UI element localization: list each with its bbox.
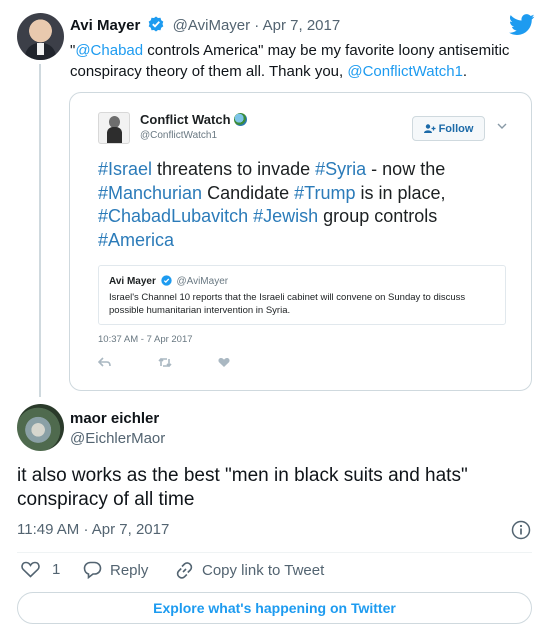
link-icon [176, 562, 193, 579]
heart-icon [21, 561, 40, 578]
avatar[interactable] [17, 13, 64, 60]
author-handle[interactable]: @EichlerMaor [70, 430, 165, 447]
tweet-text: it also works as the best "men in black … [17, 465, 468, 510]
tweet-actions: 1 Reply Copy link to Tweet [17, 561, 532, 583]
separator: · [254, 17, 260, 34]
hashtag-link[interactable]: #Trump [294, 183, 355, 203]
heart-icon[interactable] [218, 355, 230, 373]
chevron-down-icon[interactable] [496, 121, 508, 131]
like-count: 1 [52, 561, 61, 578]
hashtag-link[interactable]: #Manchurian [98, 183, 202, 203]
copy-link-label: Copy link to Tweet [202, 562, 325, 579]
avatar[interactable] [98, 112, 130, 144]
hashtag-link[interactable]: #Syria [315, 159, 366, 179]
embedded-tweet-text: #Israel threatens to invade #Syria - now… [98, 159, 446, 250]
verified-badge-icon [149, 16, 164, 32]
author-handle[interactable]: @AviMayer [173, 17, 250, 34]
like-button[interactable]: 1 [21, 561, 60, 578]
add-user-icon [423, 124, 436, 133]
tweet-date[interactable]: Apr 7, 2017 [263, 17, 341, 34]
twitter-bird-icon[interactable] [509, 14, 535, 36]
retweet-icon[interactable] [158, 355, 172, 373]
hashtag-link[interactable]: #Jewish [253, 206, 318, 226]
author-name[interactable]: maor eichler [70, 410, 159, 427]
author-name[interactable]: Avi Mayer [70, 17, 140, 34]
reply-button[interactable]: Reply [83, 561, 148, 579]
mention-link[interactable]: @ConflictWatch1 [347, 63, 463, 80]
tweet-timestamp[interactable]: 11:49 AM · Apr 7, 2017 [17, 521, 169, 538]
hashtag-link[interactable]: #Israel [98, 159, 152, 179]
nested-quote[interactable]: Avi Mayer @AviMayer Israel's Channel 10 … [98, 265, 506, 325]
parent-tweet: Avi Mayer @AviMayer · Apr 7, 2017 "@Chab… [0, 0, 550, 397]
embedded-tweet-card[interactable]: Conflict Watch @ConflictWatch1 Follow #I… [69, 92, 532, 391]
thread-line [39, 64, 41, 397]
embedded-author-name[interactable]: Conflict Watch [140, 112, 247, 127]
reply-icon[interactable] [97, 355, 111, 373]
verified-badge-icon [161, 275, 172, 286]
nested-text: Israel's Channel 10 reports that the Isr… [109, 292, 466, 316]
copy-link-button[interactable]: Copy link to Tweet [175, 561, 324, 580]
info-icon[interactable] [511, 520, 531, 540]
divider [17, 552, 532, 553]
avatar[interactable] [17, 404, 64, 451]
hashtag-link[interactable]: #America [98, 230, 174, 250]
hashtag-link[interactable]: #ChabadLubavitch [98, 206, 248, 226]
embedded-author-handle[interactable]: @ConflictWatch1 [140, 130, 217, 141]
follow-button[interactable]: Follow [412, 116, 485, 141]
tweet-text: "@Chabad controls America" may be my fav… [70, 42, 510, 80]
embedded-timestamp[interactable]: 10:37 AM - 7 Apr 2017 [98, 334, 193, 345]
nested-author: Avi Mayer @AviMayer [109, 275, 229, 287]
tweet-header: Avi Mayer @AviMayer · Apr 7, 2017 [70, 16, 340, 34]
globe-icon [233, 113, 247, 126]
reply-label: Reply [110, 561, 149, 579]
reply-icon [83, 561, 102, 579]
explore-button[interactable]: Explore what's happening on Twitter [17, 592, 532, 624]
mention-link[interactable]: @Chabad [75, 42, 143, 59]
